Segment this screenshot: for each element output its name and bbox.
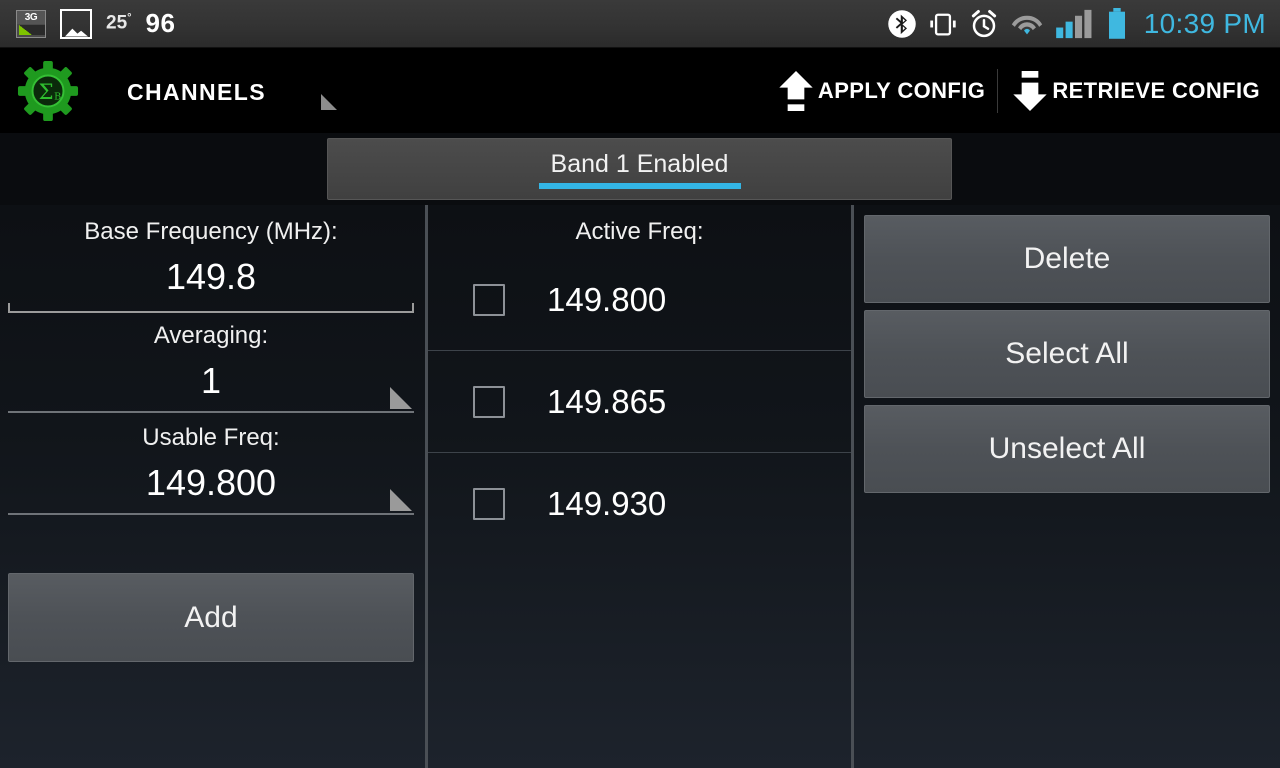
temperature-unit: ° xyxy=(127,12,132,25)
usable-freq-spinner-triangle-icon xyxy=(390,489,412,511)
tab-band-1-enabled[interactable]: Band 1 Enabled xyxy=(327,138,952,200)
averaging-label: Averaging: xyxy=(153,322,269,349)
temperature-readout: 25° xyxy=(106,12,132,34)
frequency-form-panel: Base Frequency (MHz): 149.8 Averaging: 1… xyxy=(0,205,422,768)
download-icon xyxy=(1013,70,1047,111)
delete-button-label: Delete xyxy=(1023,242,1111,275)
3g-icon-bars xyxy=(19,24,45,35)
averaging-value: 1 xyxy=(200,360,222,401)
svg-text:B: B xyxy=(54,91,61,102)
unselect-all-button-label: Unselect All xyxy=(988,432,1146,465)
table-row[interactable]: 149.865 xyxy=(428,351,851,453)
add-button[interactable]: Add xyxy=(8,573,414,662)
status-bar-left-icons: 3G 25° 96 xyxy=(0,8,175,39)
notification-count: 96 xyxy=(145,8,176,38)
delete-button[interactable]: Delete xyxy=(864,215,1270,303)
retrieve-config-label: RETRIEVE CONFIG xyxy=(1052,77,1260,103)
3g-icon-label: 3G xyxy=(17,10,45,24)
row-checkbox[interactable] xyxy=(473,385,505,418)
chevron-down-icon xyxy=(320,93,337,110)
table-row[interactable]: 149.930 xyxy=(428,453,851,555)
usable-freq-spinner[interactable]: 149.800 xyxy=(8,455,414,515)
row-checkbox[interactable] xyxy=(473,283,505,316)
tab-strip: Band 1 Enabled xyxy=(0,133,1280,205)
active-freq-header: Active Freq: xyxy=(575,218,704,245)
usable-freq-label: Usable Freq: xyxy=(142,424,280,451)
table-row[interactable]: 149.800 xyxy=(428,249,851,351)
section-spinner[interactable]: CHANNELS xyxy=(127,60,337,122)
tab-active-underline xyxy=(538,182,741,189)
row-frequency-value: 149.930 xyxy=(547,485,667,522)
select-all-button-label: Select All xyxy=(1005,337,1129,370)
base-frequency-label: Base Frequency (MHz): xyxy=(84,218,338,245)
svg-text:Σ: Σ xyxy=(39,79,54,104)
status-bar-right-icons: 10:39 PM xyxy=(887,7,1280,40)
usable-freq-value: 149.800 xyxy=(145,462,277,503)
app-screen: 3G 25° 96 10:39 PM Σ B CHANNELS APPLY CO… xyxy=(0,0,1280,768)
bluetooth-icon xyxy=(888,9,916,38)
temperature-value: 25 xyxy=(106,12,128,34)
base-frequency-input[interactable]: 149.8 xyxy=(8,249,414,313)
action-bar-actions: APPLY CONFIG RETRIEVE CONFIG xyxy=(764,48,1280,133)
apply-config-button[interactable]: APPLY CONFIG xyxy=(764,60,997,122)
battery-icon xyxy=(1108,7,1125,39)
base-frequency-underline-tick xyxy=(412,303,414,313)
base-frequency-value: 149.8 xyxy=(165,256,257,297)
row-frequency-value: 149.865 xyxy=(547,382,667,420)
averaging-underline xyxy=(8,409,414,413)
base-frequency-underline xyxy=(8,303,414,313)
apply-config-label: APPLY CONFIG xyxy=(817,77,986,103)
status-bar: 3G 25° 96 10:39 PM xyxy=(0,0,1280,48)
active-frequency-panel: Active Freq: 149.800 149.865 149.930 xyxy=(428,205,851,768)
usable-freq-underline xyxy=(8,511,414,515)
averaging-spinner[interactable]: 1 xyxy=(8,353,414,413)
clock-time: 10:39 PM xyxy=(1143,7,1266,39)
row-frequency-value: 149.800 xyxy=(547,280,667,318)
photo-icon xyxy=(60,8,92,39)
page-title: CHANNELS xyxy=(127,78,266,105)
unselect-all-button[interactable]: Unselect All xyxy=(864,405,1270,493)
row-checkbox[interactable] xyxy=(473,488,505,520)
wifi-icon xyxy=(1011,15,1042,34)
retrieve-config-button[interactable]: RETRIEVE CONFIG xyxy=(998,60,1272,122)
averaging-spinner-triangle-icon xyxy=(390,387,412,409)
gear-sigma-logo[interactable]: Σ B xyxy=(17,60,79,122)
action-bar: Σ B CHANNELS APPLY CONFIG RETRIEVE CONFI… xyxy=(0,48,1280,133)
upload-icon xyxy=(779,70,813,111)
signal-icon xyxy=(1055,9,1092,38)
tab-band-1-label: Band 1 Enabled xyxy=(550,149,729,178)
content-area: Base Frequency (MHz): 149.8 Averaging: 1… xyxy=(0,205,1280,768)
3g-icon: 3G xyxy=(16,9,46,38)
alarm-icon xyxy=(971,9,996,37)
add-button-label: Add xyxy=(184,600,238,634)
vibrate-icon xyxy=(930,13,956,36)
select-all-button[interactable]: Select All xyxy=(864,310,1270,398)
list-actions-panel: Delete Select All Unselect All xyxy=(854,205,1280,768)
